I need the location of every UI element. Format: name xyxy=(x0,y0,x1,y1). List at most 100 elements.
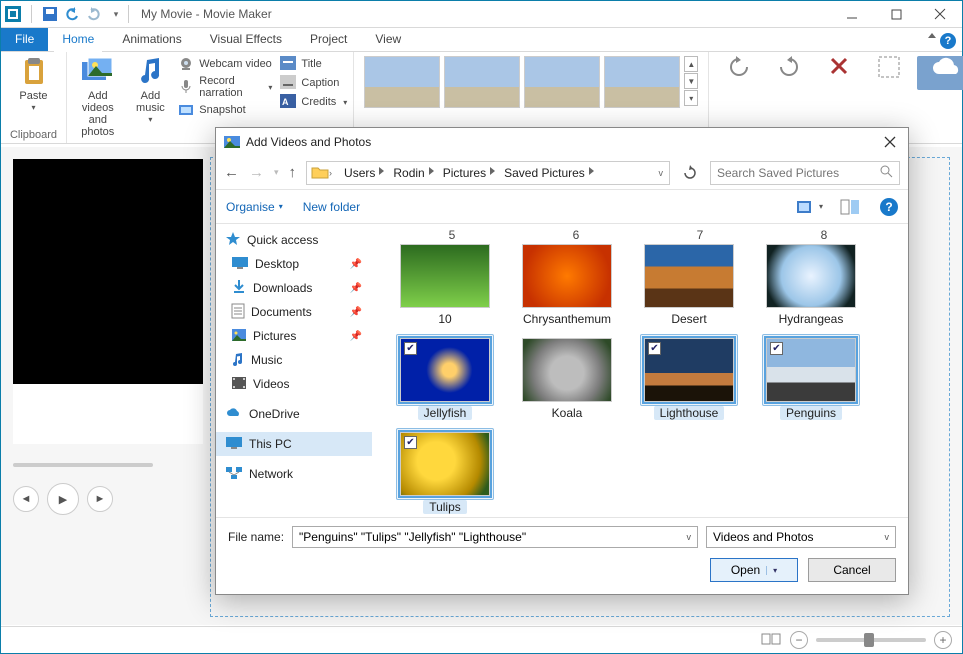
breadcrumb-seg[interactable]: Users xyxy=(334,162,383,184)
filetype-filter[interactable]: Videos and Photos v xyxy=(706,526,896,548)
tab-animations[interactable]: Animations xyxy=(108,28,195,51)
nav-videos[interactable]: Videos xyxy=(216,372,372,396)
nav-music[interactable]: Music xyxy=(216,348,372,372)
transitions-gallery[interactable]: ▲ ▼ ▾ xyxy=(360,56,702,128)
nav-up-button[interactable]: ↑ xyxy=(289,164,297,181)
new-folder-button[interactable]: New folder xyxy=(303,200,360,214)
gallery-up-icon[interactable]: ▲ xyxy=(684,56,698,72)
nav-pictures[interactable]: Pictures📌 xyxy=(216,324,372,348)
tab-file[interactable]: File xyxy=(1,28,48,51)
cloud-button[interactable] xyxy=(917,56,963,90)
search-box[interactable] xyxy=(710,161,900,185)
breadcrumb-dropdown-icon[interactable]: v xyxy=(653,168,670,178)
filter-dropdown-icon[interactable]: v xyxy=(885,532,890,542)
rotate-right-button[interactable] xyxy=(767,56,811,90)
tab-visual-effects[interactable]: Visual Effects xyxy=(196,28,296,51)
caption-button[interactable]: Caption xyxy=(280,75,347,91)
file-item[interactable]: Koala xyxy=(512,338,622,420)
open-split-icon[interactable]: ▾ xyxy=(766,566,777,575)
next-button[interactable]: ► xyxy=(87,486,113,512)
title-button[interactable]: Title xyxy=(280,56,347,72)
webcam-video-button[interactable]: Webcam video xyxy=(178,56,272,72)
credits-button[interactable]: ACredits▾ xyxy=(280,94,347,110)
nav-downloads[interactable]: Downloads📌 xyxy=(216,276,372,300)
close-button[interactable] xyxy=(918,1,962,28)
play-button[interactable]: ▶ xyxy=(47,483,79,515)
nav-this-pc[interactable]: This PC xyxy=(216,432,372,456)
timeline-slider[interactable] xyxy=(13,455,203,475)
file-item[interactable]: ✔Penguins xyxy=(756,338,866,420)
record-narration-button[interactable]: Record narration▾ xyxy=(178,75,272,99)
breadcrumb[interactable]: › Users Rodin Pictures Saved Pictures v xyxy=(306,161,670,185)
cancel-button[interactable]: Cancel xyxy=(808,558,896,582)
dialog-help-icon[interactable]: ? xyxy=(880,198,898,216)
search-input[interactable] xyxy=(717,166,879,180)
breadcrumb-seg[interactable]: Pictures xyxy=(433,162,494,184)
dialog-close-button[interactable] xyxy=(878,132,902,152)
file-item[interactable]: ✔Lighthouse xyxy=(634,338,744,420)
transition-thumb[interactable] xyxy=(604,56,680,108)
gallery-more-icon[interactable]: ▾ xyxy=(684,90,698,106)
file-item[interactable]: 10 xyxy=(390,244,500,326)
checkbox-icon[interactable]: ✔ xyxy=(770,342,783,355)
transition-thumb[interactable] xyxy=(364,56,440,108)
organise-menu[interactable]: Organise▾ xyxy=(226,200,283,214)
add-videos-photos-button[interactable]: Add videos and photos xyxy=(73,56,123,138)
save-icon[interactable] xyxy=(42,6,58,22)
nav-onedrive[interactable]: OneDrive xyxy=(216,402,372,426)
preview-pane-button[interactable] xyxy=(840,198,860,216)
ribbon-collapse-icon[interactable] xyxy=(928,33,936,38)
view-mode-button[interactable]: ▾ xyxy=(800,198,820,216)
open-button[interactable]: Open ▾ xyxy=(710,558,798,582)
checkbox-icon[interactable]: ✔ xyxy=(648,342,661,355)
filename-input[interactable]: "Penguins" "Tulips" "Jellyfish" "Lightho… xyxy=(292,526,698,548)
zoom-slider[interactable] xyxy=(816,638,926,642)
file-item[interactable]: Desert xyxy=(634,244,744,326)
nav-quick-access[interactable]: Quick access xyxy=(216,228,372,252)
redo-icon[interactable] xyxy=(86,6,102,22)
nav-back-button[interactable]: ← xyxy=(224,164,239,181)
column-header[interactable]: 7 xyxy=(638,228,762,244)
checkbox-icon[interactable]: ✔ xyxy=(404,342,417,355)
file-item[interactable]: ✔Tulips xyxy=(390,432,500,514)
file-item[interactable]: Chrysanthemum xyxy=(512,244,622,326)
refresh-button[interactable] xyxy=(680,163,700,183)
rotate-left-button[interactable] xyxy=(717,56,761,90)
file-item[interactable]: ✔Jellyfish xyxy=(390,338,500,420)
transition-thumb[interactable] xyxy=(444,56,520,108)
snapshot-button[interactable]: Snapshot xyxy=(178,102,272,118)
nav-recent-dropdown[interactable]: ▾ xyxy=(274,167,279,178)
help-icon[interactable]: ? xyxy=(940,33,956,49)
column-header[interactable]: 5 xyxy=(390,228,514,244)
zoom-in-button[interactable]: + xyxy=(934,631,952,649)
nav-forward-button[interactable]: → xyxy=(249,164,264,181)
add-music-button[interactable]: Add music ▾ xyxy=(131,56,171,126)
column-header[interactable]: 6 xyxy=(514,228,638,244)
maximize-button[interactable] xyxy=(874,1,918,28)
select-all-button[interactable] xyxy=(867,56,911,90)
minimize-button[interactable] xyxy=(830,1,874,28)
undo-icon[interactable] xyxy=(64,6,80,22)
status-bar: − + xyxy=(1,626,962,653)
file-item[interactable]: Hydrangeas xyxy=(756,244,866,326)
nav-desktop[interactable]: Desktop📌 xyxy=(216,252,372,276)
tab-home[interactable]: Home xyxy=(48,28,108,51)
transition-thumb[interactable] xyxy=(524,56,600,108)
checkbox-icon[interactable]: ✔ xyxy=(404,436,417,449)
view-switch-icon[interactable] xyxy=(762,632,782,649)
qat-dropdown-icon[interactable]: ▾ xyxy=(108,6,124,22)
prev-button[interactable]: ◄ xyxy=(13,486,39,512)
nav-network[interactable]: Network xyxy=(216,462,372,486)
column-header[interactable]: 8 xyxy=(762,228,886,244)
breadcrumb-seg[interactable]: Rodin xyxy=(383,162,432,184)
remove-button[interactable] xyxy=(817,56,861,90)
zoom-out-button[interactable]: − xyxy=(790,631,808,649)
nav-documents[interactable]: Documents📌 xyxy=(216,300,372,324)
search-icon[interactable] xyxy=(879,164,893,181)
tab-project[interactable]: Project xyxy=(296,28,361,51)
filename-dropdown-icon[interactable]: v xyxy=(687,532,692,542)
paste-button[interactable]: Paste ▾ xyxy=(4,56,64,114)
breadcrumb-seg[interactable]: Saved Pictures xyxy=(494,162,593,184)
tab-view[interactable]: View xyxy=(361,28,415,51)
gallery-down-icon[interactable]: ▼ xyxy=(684,73,698,89)
